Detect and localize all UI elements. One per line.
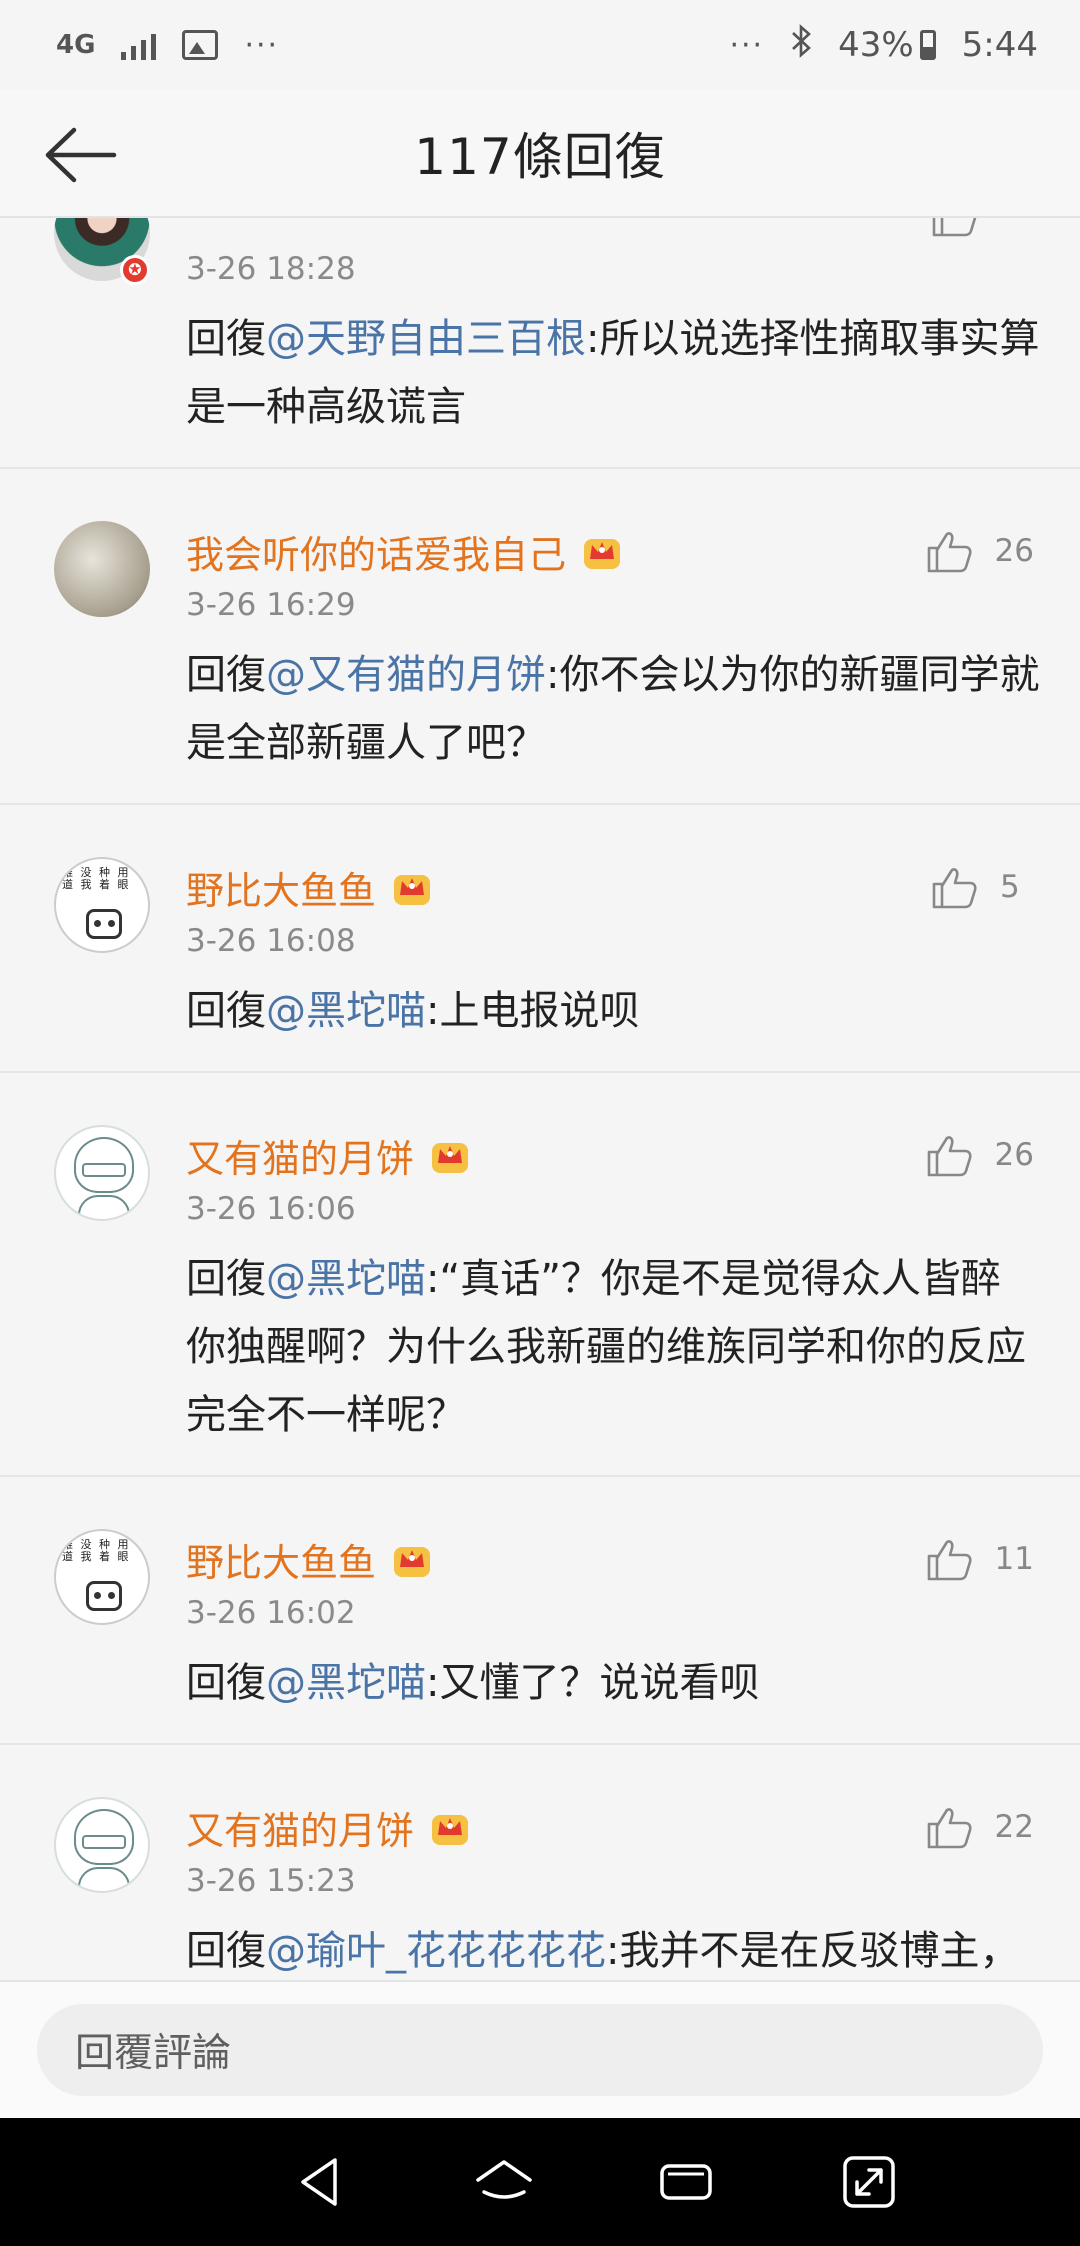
home-icon <box>476 2160 532 2199</box>
reply-prefix: 回復 <box>186 1928 266 1974</box>
back-button[interactable] <box>40 120 120 190</box>
thumbs-up-icon <box>927 1808 972 1849</box>
comment-item[interactable]: ✪ 3-26 18:28 回復@天野自由三百根:所以说选择性摘取事实算是一种高级… <box>0 218 1080 469</box>
network-label: 4G <box>56 30 96 60</box>
nav-rotate-button[interactable] <box>832 2145 906 2219</box>
status-bar: 4G ··· ··· 43% 5:44 <box>0 0 1080 90</box>
reply-prefix: 回復 <box>186 1256 266 1302</box>
crown-badge-icon <box>432 1143 469 1173</box>
reply-prefix: 回復 <box>186 988 266 1034</box>
comment-text: 回復@黑坨喵:又懂了？说说看呗 <box>186 1649 1040 1717</box>
comment-item[interactable]: 又有猫的月饼 26 3-26 16:06 回復@黑坨喵:“真话”？你是不是觉得众… <box>0 1073 1080 1477</box>
like-count: 5 <box>1000 869 1020 905</box>
comment-text: 回復@又有猫的月饼:你不会以为你的新疆同学就是全部新疆人了吧？ <box>186 641 1040 777</box>
comment-username[interactable]: 野比大鱼鱼 <box>186 1532 376 1587</box>
avatar[interactable] <box>54 521 150 617</box>
reply-prefix: 回復 <box>186 316 266 362</box>
battery-icon <box>919 30 936 60</box>
signal-icon <box>121 30 157 60</box>
avatar[interactable]: 难 没 种 用道 我 着 眼 <box>54 1529 150 1625</box>
thumbs-up-icon <box>927 532 972 573</box>
mention-link[interactable]: @天野自由三百根 <box>266 316 586 362</box>
comment-text: 回復@天野自由三百根:所以说选择性摘取事实算是一种高级谎言 <box>186 305 1040 441</box>
like-button[interactable]: 22 <box>925 1797 1034 1857</box>
recents-icon <box>660 2164 712 2200</box>
comment-list[interactable]: ✪ 3-26 18:28 回復@天野自由三百根:所以说选择性摘取事实算是一种高级… <box>0 218 1080 1980</box>
like-count: 26 <box>994 1137 1034 1173</box>
more-notifications-icon: ··· <box>244 27 280 63</box>
avatar[interactable] <box>54 1125 150 1221</box>
thumbs-up-icon <box>932 218 977 237</box>
like-button[interactable] <box>930 218 1034 245</box>
nav-recents-button[interactable] <box>649 2145 723 2219</box>
comment-time: 3-26 16:08 <box>186 923 356 959</box>
back-arrow-icon <box>45 127 117 183</box>
comment-item[interactable]: 难 没 种 用道 我 着 眼 野比大鱼鱼 11 3-26 16:02 回復@黑坨… <box>0 1477 1080 1745</box>
comment-time: 3-26 15:23 <box>186 1863 356 1899</box>
network-type: 4G <box>56 30 96 60</box>
like-count: 11 <box>994 1541 1034 1577</box>
nav-back-button[interactable] <box>284 2145 358 2219</box>
thumbs-up-icon <box>932 868 977 909</box>
reply-prefix: 回復 <box>186 652 266 698</box>
comment-item[interactable]: 我会听你的话爱我自己 26 3-26 16:29 回復@又有猫的月饼:你不会以为… <box>0 469 1080 805</box>
crown-badge-icon <box>394 875 431 905</box>
more-status-icon: ··· <box>729 27 765 63</box>
like-count: 26 <box>994 533 1034 569</box>
avatar[interactable] <box>54 1797 150 1893</box>
reply-placeholder: 回覆評論 <box>75 2031 232 2076</box>
mention-link[interactable]: @黑坨喵 <box>266 1660 426 1706</box>
comment-text: 回復@黑坨喵:“真话”？你是不是觉得众人皆醉你独醒啊？为什么我新疆的维族同学和你… <box>186 1245 1040 1449</box>
comment-time: 3-26 16:02 <box>186 1595 356 1631</box>
image-notification-icon <box>182 30 219 60</box>
reply-prefix: 回復 <box>186 1660 266 1706</box>
thumbs-up-icon <box>927 1136 972 1177</box>
mention-link[interactable]: @瑜叶_花花花花花 <box>266 1928 606 1974</box>
battery-percent: 43% <box>838 25 914 65</box>
comment-list-inner: ✪ 3-26 18:28 回復@天野自由三百根:所以说选择性摘取事实算是一种高级… <box>0 218 1080 1980</box>
reply-input[interactable]: 回覆評論 <box>37 2004 1043 2096</box>
clock: 5:44 <box>961 25 1038 65</box>
comment-time: 3-26 18:28 <box>186 251 356 287</box>
comment-body: :上电报说呗 <box>426 988 640 1034</box>
like-button[interactable]: 26 <box>925 521 1034 581</box>
comment-item[interactable]: 难 没 种 用道 我 着 眼 野比大鱼鱼 5 3-26 16:08 回復@黑坨喵… <box>0 805 1080 1073</box>
comment-time: 3-26 16:06 <box>186 1191 356 1227</box>
rotate-icon <box>843 2156 895 2208</box>
comment-time: 3-26 16:29 <box>186 587 356 623</box>
comment-username[interactable]: 野比大鱼鱼 <box>186 860 376 915</box>
status-bar-left: 4G ··· <box>56 28 279 63</box>
crown-badge-icon <box>584 539 621 569</box>
back-triangle-icon <box>301 2158 337 2206</box>
mention-link[interactable]: @黑坨喵 <box>266 1256 426 1302</box>
comment-username[interactable]: 又有猫的月饼 <box>186 1800 414 1855</box>
thumbs-up-icon <box>927 1540 972 1581</box>
reply-bar: 回覆評論 <box>0 1980 1080 2118</box>
avatar[interactable]: 难 没 种 用道 我 着 眼 <box>54 857 150 953</box>
like-button[interactable]: 26 <box>925 1125 1034 1185</box>
mention-link[interactable]: @黑坨喵 <box>266 988 426 1034</box>
comment-text: 回復@黑坨喵:上电报说呗 <box>186 977 1040 1045</box>
screen: 4G ··· ··· 43% 5:44 117條回復 ✪ 3-26 18:28 … <box>0 0 1080 2246</box>
bluetooth-icon <box>790 23 812 67</box>
comment-text: 回復@瑜叶_花花花花花:我并不是在反驳博主，我说的对象是评论区里的某些人，请您做… <box>186 1917 1040 1980</box>
crown-badge-icon <box>432 1815 469 1845</box>
status-bar-right: ··· 43% 5:44 <box>729 23 1038 67</box>
crown-badge-icon <box>394 1547 431 1577</box>
comment-username[interactable]: 又有猫的月饼 <box>186 1128 414 1183</box>
system-nav-bar <box>0 2118 1080 2246</box>
mention-link[interactable]: @又有猫的月饼 <box>266 652 546 698</box>
like-button[interactable]: 5 <box>930 857 1034 917</box>
like-count: 22 <box>994 1809 1034 1845</box>
verified-badge-icon: ✪ <box>120 255 150 285</box>
comment-username[interactable]: 我会听你的话爱我自己 <box>186 524 566 579</box>
nav-home-button[interactable] <box>467 2145 541 2219</box>
like-button[interactable]: 11 <box>925 1529 1034 1589</box>
page-title: 117條回復 <box>414 128 666 186</box>
comment-item[interactable]: 又有猫的月饼 22 3-26 15:23 回復@瑜叶_花花花花花:我并不是在反驳… <box>0 1745 1080 1980</box>
comment-body: :又懂了？说说看呗 <box>426 1660 760 1706</box>
page-header: 117條回復 <box>0 90 1080 218</box>
